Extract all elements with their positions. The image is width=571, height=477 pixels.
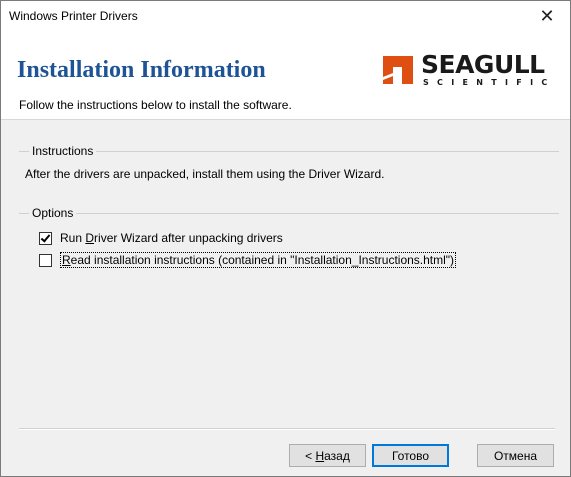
close-button[interactable]: ✕ xyxy=(524,1,570,31)
back-button[interactable]: < Назад xyxy=(289,444,366,467)
options-group-label: Options xyxy=(29,205,77,221)
checkbox-label: Run Driver Wizard after unpacking driver… xyxy=(60,231,283,245)
seagull-logo: SEAGULL SCIENTIFIC xyxy=(381,51,567,91)
dialog-window: Windows Printer Drivers ✕ Installation I… xyxy=(0,0,571,477)
group-divider xyxy=(19,151,559,152)
checkbox-box[interactable] xyxy=(39,231,52,245)
page-subtitle: Follow the instructions below to install… xyxy=(19,98,292,112)
instructions-group-label: Instructions xyxy=(29,143,97,159)
close-icon: ✕ xyxy=(539,5,555,26)
logo-wordmark: SEAGULL xyxy=(421,50,545,79)
checkbox-box[interactable] xyxy=(39,253,52,267)
group-divider xyxy=(19,213,559,214)
cancel-button-label: Отмена xyxy=(493,448,538,463)
checkbox-label: Read installation instructions (containe… xyxy=(60,252,457,268)
finish-button-label: Готово xyxy=(391,448,430,463)
instructions-group: Instructions xyxy=(19,143,559,163)
footer-divider xyxy=(19,428,555,430)
run-driver-wizard-checkbox[interactable]: Run Driver Wizard after unpacking driver… xyxy=(39,230,283,246)
logo-subtext: SCIENTIFIC xyxy=(423,78,556,87)
instructions-text: After the drivers are unpacked, install … xyxy=(25,167,385,181)
title-bar[interactable]: Windows Printer Drivers ✕ xyxy=(1,1,570,31)
read-instructions-checkbox[interactable]: Read installation instructions (containe… xyxy=(39,252,457,268)
page-title: Installation Information xyxy=(17,57,266,83)
window-title: Windows Printer Drivers xyxy=(9,9,138,23)
back-button-label: < Назад xyxy=(305,448,350,463)
seagull-logo-icon xyxy=(383,56,413,84)
cancel-button[interactable]: Отмена xyxy=(477,444,554,467)
finish-button[interactable]: Готово xyxy=(372,444,449,467)
options-group: Options xyxy=(19,205,559,225)
header-banner: Installation Information Follow the inst… xyxy=(1,31,570,120)
